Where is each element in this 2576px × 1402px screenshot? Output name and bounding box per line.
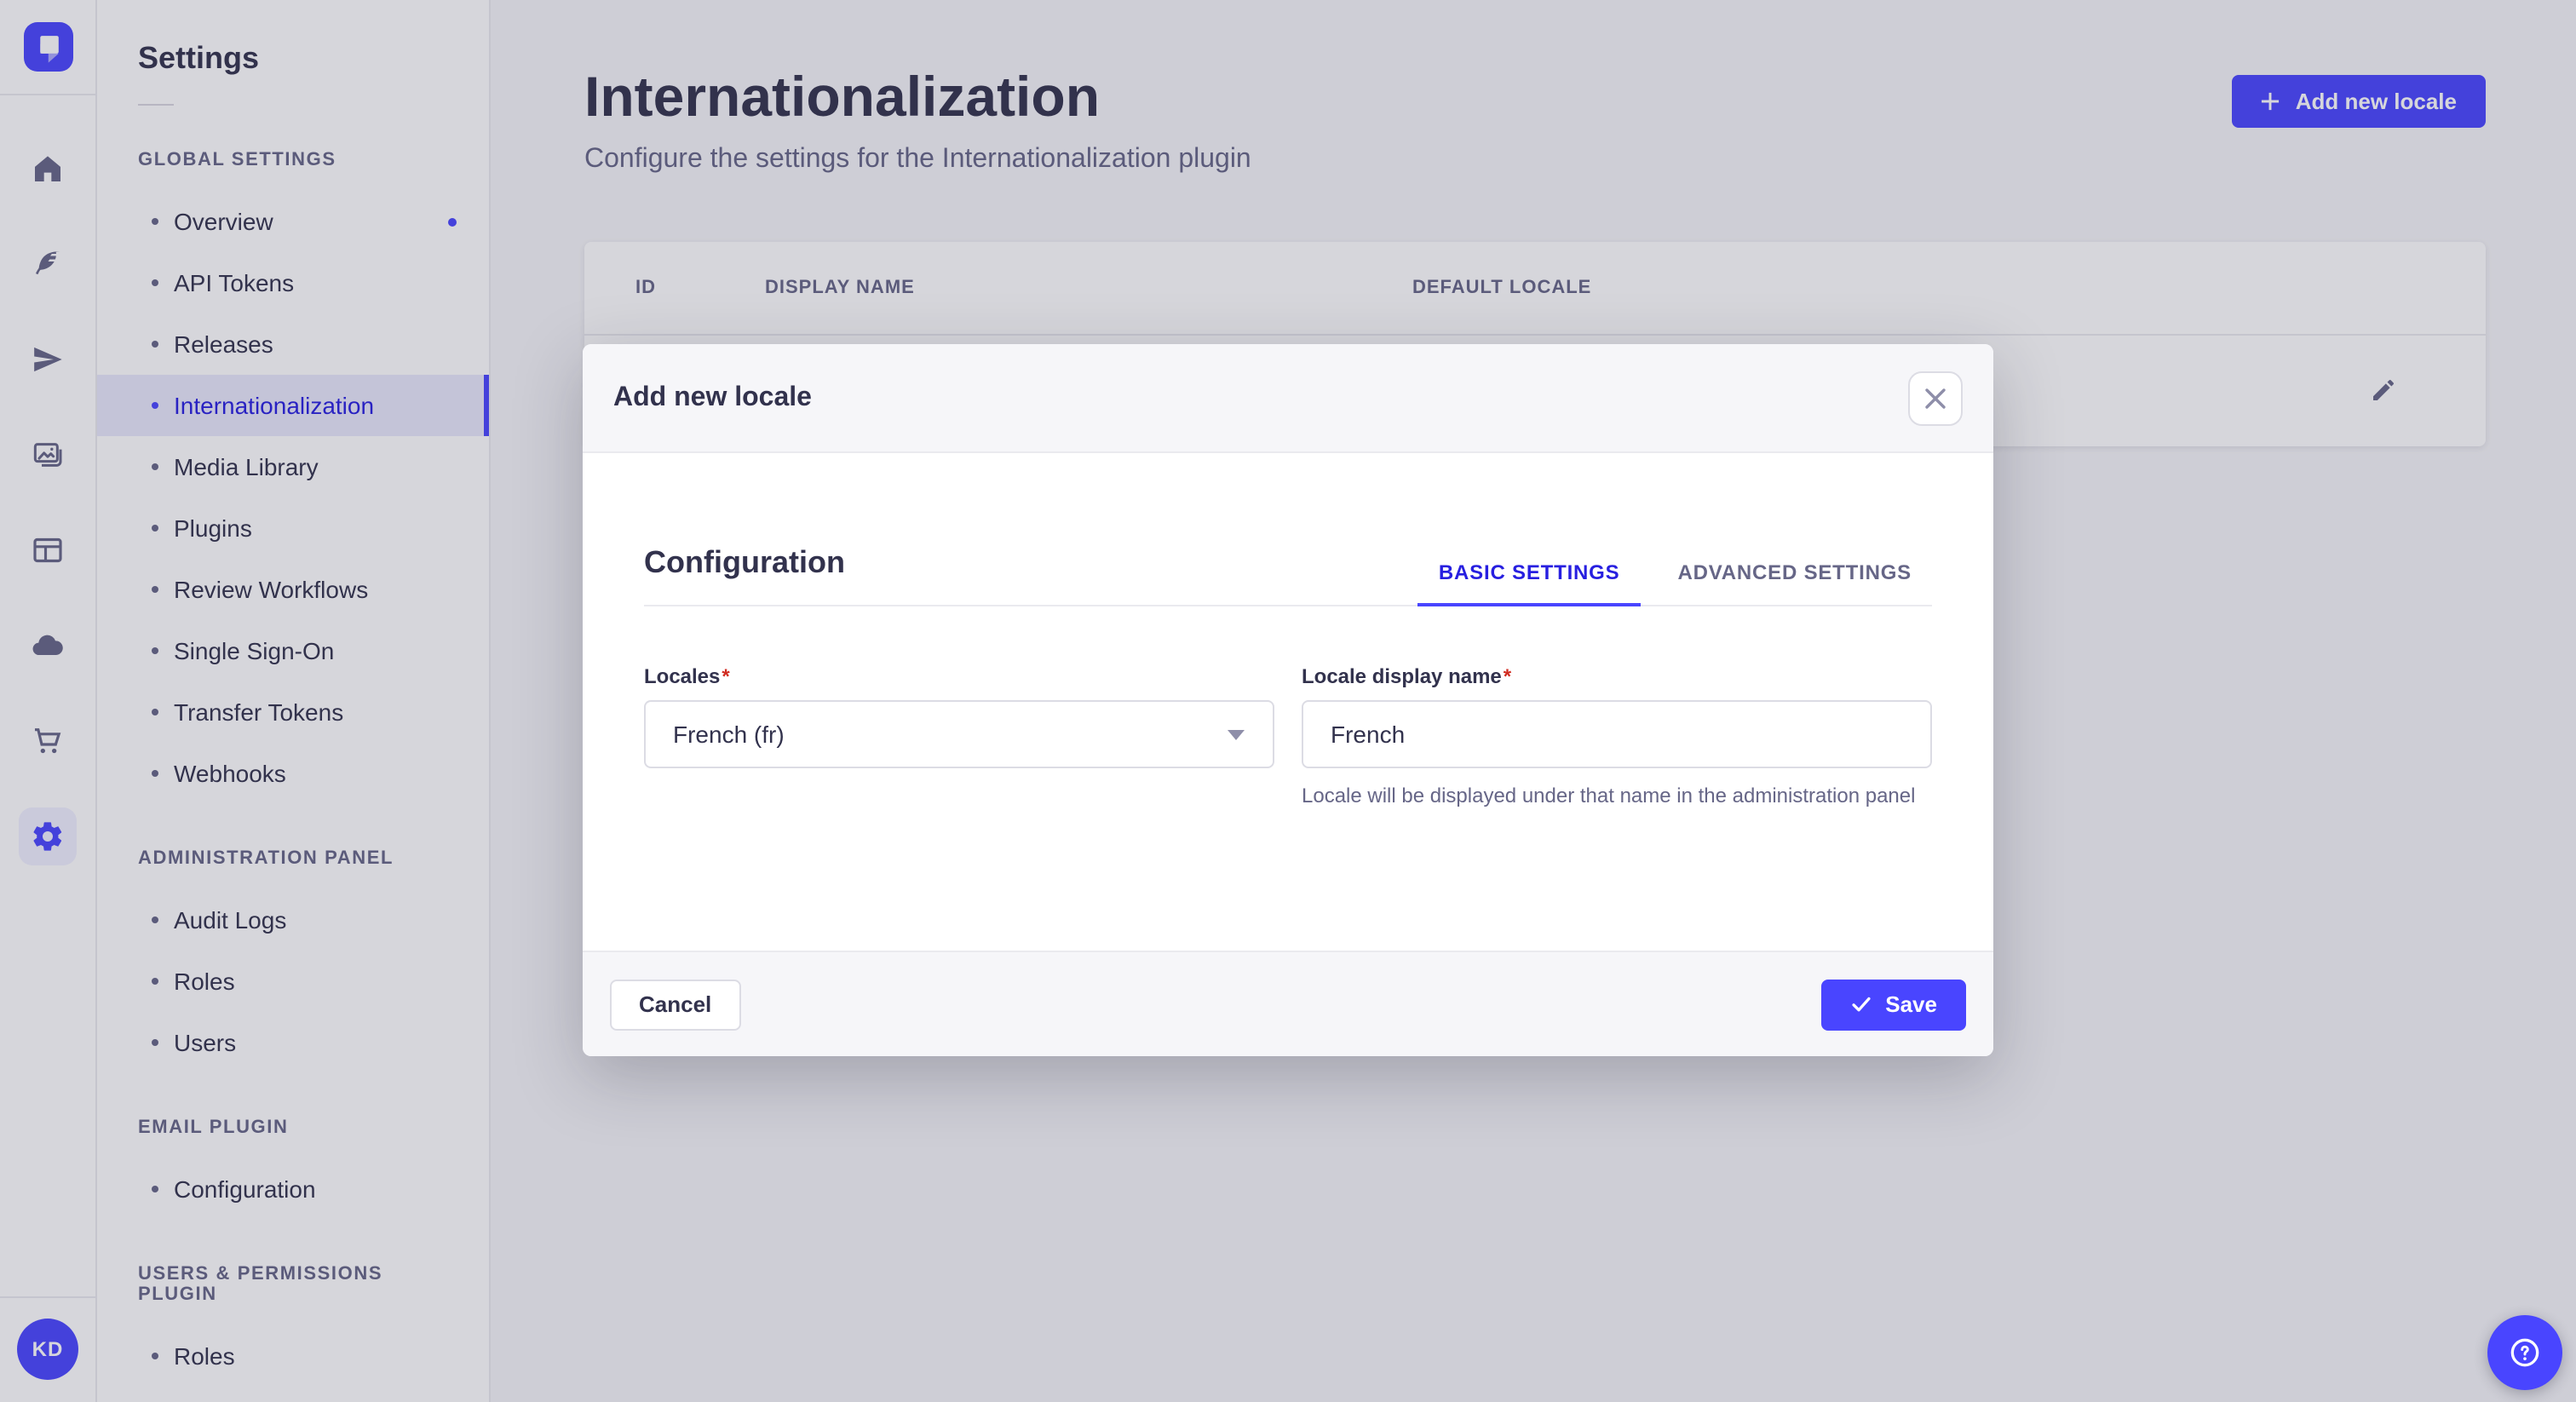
- add-locale-modal: Add new locale Configuration BASIC SETTI…: [583, 344, 1993, 1056]
- tab-basic-settings[interactable]: BASIC SETTINGS: [1417, 560, 1642, 606]
- close-icon: [1925, 388, 1946, 408]
- locales-select[interactable]: French (fr): [644, 700, 1274, 768]
- chevron-down-icon: [1228, 729, 1245, 739]
- required-mark: *: [722, 664, 730, 688]
- locale-display-name-input[interactable]: [1302, 700, 1932, 768]
- help-button[interactable]: [2487, 1315, 2562, 1390]
- save-button[interactable]: Save: [1820, 979, 1966, 1030]
- tab-advanced-settings[interactable]: ADVANCED SETTINGS: [1657, 560, 1932, 605]
- locales-label: Locales: [644, 664, 721, 688]
- check-icon: [1851, 997, 1870, 1012]
- close-button[interactable]: [1908, 371, 1963, 425]
- cancel-button[interactable]: Cancel: [610, 979, 741, 1030]
- configuration-heading: Configuration: [644, 545, 845, 579]
- locales-select-value: French (fr): [673, 721, 785, 748]
- strapi-settings-app: KD Settings GLOBAL SETTINGS Overview API…: [0, 0, 2576, 1402]
- question-mark-icon: [2510, 1338, 2539, 1367]
- settings-tabs: BASIC SETTINGS ADVANCED SETTINGS: [1401, 560, 1932, 606]
- required-mark: *: [1503, 664, 1512, 688]
- display-name-hint: Locale will be displayed under that name…: [1302, 784, 1916, 807]
- display-name-label: Locale display name: [1302, 664, 1502, 688]
- modal-title: Add new locale: [613, 382, 812, 411]
